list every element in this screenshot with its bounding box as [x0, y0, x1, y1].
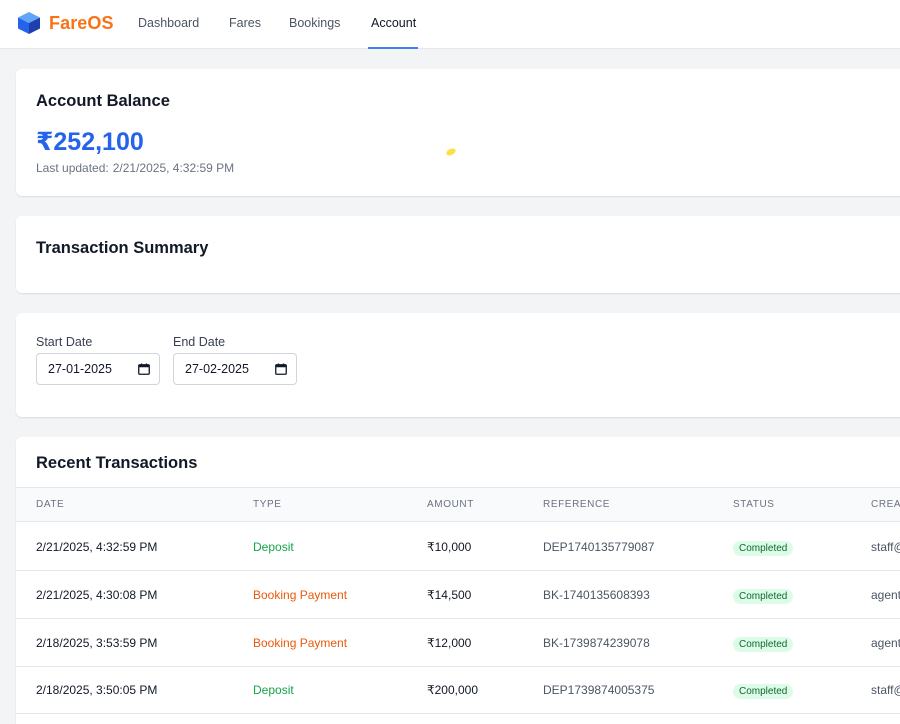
column-header-amount[interactable]: Amount [427, 499, 474, 510]
cell-date: 2/18/2025, 3:53:59 PM [36, 636, 158, 650]
transaction-summary-title: Transaction Summary [36, 239, 209, 257]
account-balance-card: Account Balance ₹252,100 Last updated: 2/… [16, 69, 900, 196]
start-date-value: 27-01-2025 [48, 362, 112, 376]
cell-amount: ₹12,000 [427, 636, 472, 650]
cell-amount: ₹200,000 [427, 683, 479, 697]
column-header-status[interactable]: Status [733, 499, 775, 510]
brand-name: FareOS [49, 12, 114, 33]
end-date-value: 27-02-2025 [185, 362, 249, 376]
status-badge: Completed [733, 684, 794, 699]
end-date-label: End Date [173, 335, 226, 349]
cell-reference: DEP1739874005375 [543, 683, 655, 697]
column-header-date[interactable]: Date [36, 499, 64, 510]
end-date-input[interactable]: 27-02-2025 [173, 353, 297, 385]
date-filter-card: Start Date 27-01-2025 End Date 27-02-202… [16, 313, 900, 417]
transaction-summary-card: Transaction Summary [16, 216, 900, 293]
last-updated-value: 2/21/2025, 4:32:59 PM [112, 161, 235, 175]
status-badge: Completed [733, 637, 794, 652]
cell-reference: BK-1740135608393 [543, 588, 650, 602]
cell-date: 2/18/2025, 3:50:05 PM [36, 683, 158, 697]
table-row[interactable]: 2/21/2025, 4:30:08 PM Booking Payment ₹1… [16, 571, 900, 619]
nav-link-account[interactable]: Account [371, 16, 416, 30]
column-header-reference[interactable]: Reference [543, 499, 610, 510]
nav-link-bookings[interactable]: Bookings [289, 16, 340, 30]
cell-amount: ₹14,500 [427, 588, 472, 602]
recent-transactions-card: Recent Transactions Date Type Amount Ref… [16, 437, 900, 724]
table-row[interactable]: 2/21/2025, 4:32:59 PM Deposit ₹10,000 DE… [16, 523, 900, 571]
status-badge: Completed [733, 589, 794, 604]
cell-created-by: staff@ [871, 540, 900, 554]
cell-created-by: agent [871, 588, 900, 602]
top-navigation: FareOS Dashboard Fares Bookings Account [0, 0, 900, 49]
cell-type: Deposit [253, 540, 294, 554]
cell-type: Booking Payment [253, 636, 348, 650]
table-row[interactable]: 2/18/2025, 3:53:59 PM Booking Payment ₹1… [16, 619, 900, 667]
calendar-icon[interactable] [275, 363, 287, 375]
recent-transactions-title: Recent Transactions [36, 454, 198, 472]
brand-logo[interactable]: FareOS [17, 11, 114, 35]
table-header: Date Type Amount Reference Status Creat [16, 487, 900, 522]
nav-link-dashboard[interactable]: Dashboard [138, 16, 199, 30]
start-date-label: Start Date [36, 335, 93, 349]
cell-reference: DEP1740135779087 [543, 540, 655, 554]
balance-amount: ₹252,100 [36, 128, 144, 156]
cube-icon [18, 12, 40, 34]
nav-link-fares[interactable]: Fares [229, 16, 261, 30]
last-updated-text: Last updated: 2/21/2025, 4:32:59 PM [36, 161, 234, 175]
cell-reference: BK-1739874239078 [543, 636, 650, 650]
cell-created-by: staff@ [871, 683, 900, 697]
cell-date: 2/21/2025, 4:32:59 PM [36, 540, 158, 554]
status-badge: Completed [733, 541, 794, 556]
account-balance-title: Account Balance [36, 92, 170, 110]
cell-date: 2/21/2025, 4:30:08 PM [36, 588, 158, 602]
cell-created-by: agent [871, 636, 900, 650]
column-header-created-by[interactable]: Creat [871, 499, 900, 510]
calendar-icon[interactable] [138, 363, 150, 375]
cell-amount: ₹10,000 [427, 540, 472, 554]
column-header-type[interactable]: Type [253, 499, 282, 510]
start-date-input[interactable]: 27-01-2025 [36, 353, 160, 385]
table-row[interactable]: 2/18/2025, 3:50:05 PM Deposit ₹200,000 D… [16, 666, 900, 714]
cell-type: Deposit [253, 683, 294, 697]
last-updated-label: Last updated: [36, 161, 109, 175]
cell-type: Booking Payment [253, 588, 348, 602]
active-tab-indicator [368, 47, 418, 49]
